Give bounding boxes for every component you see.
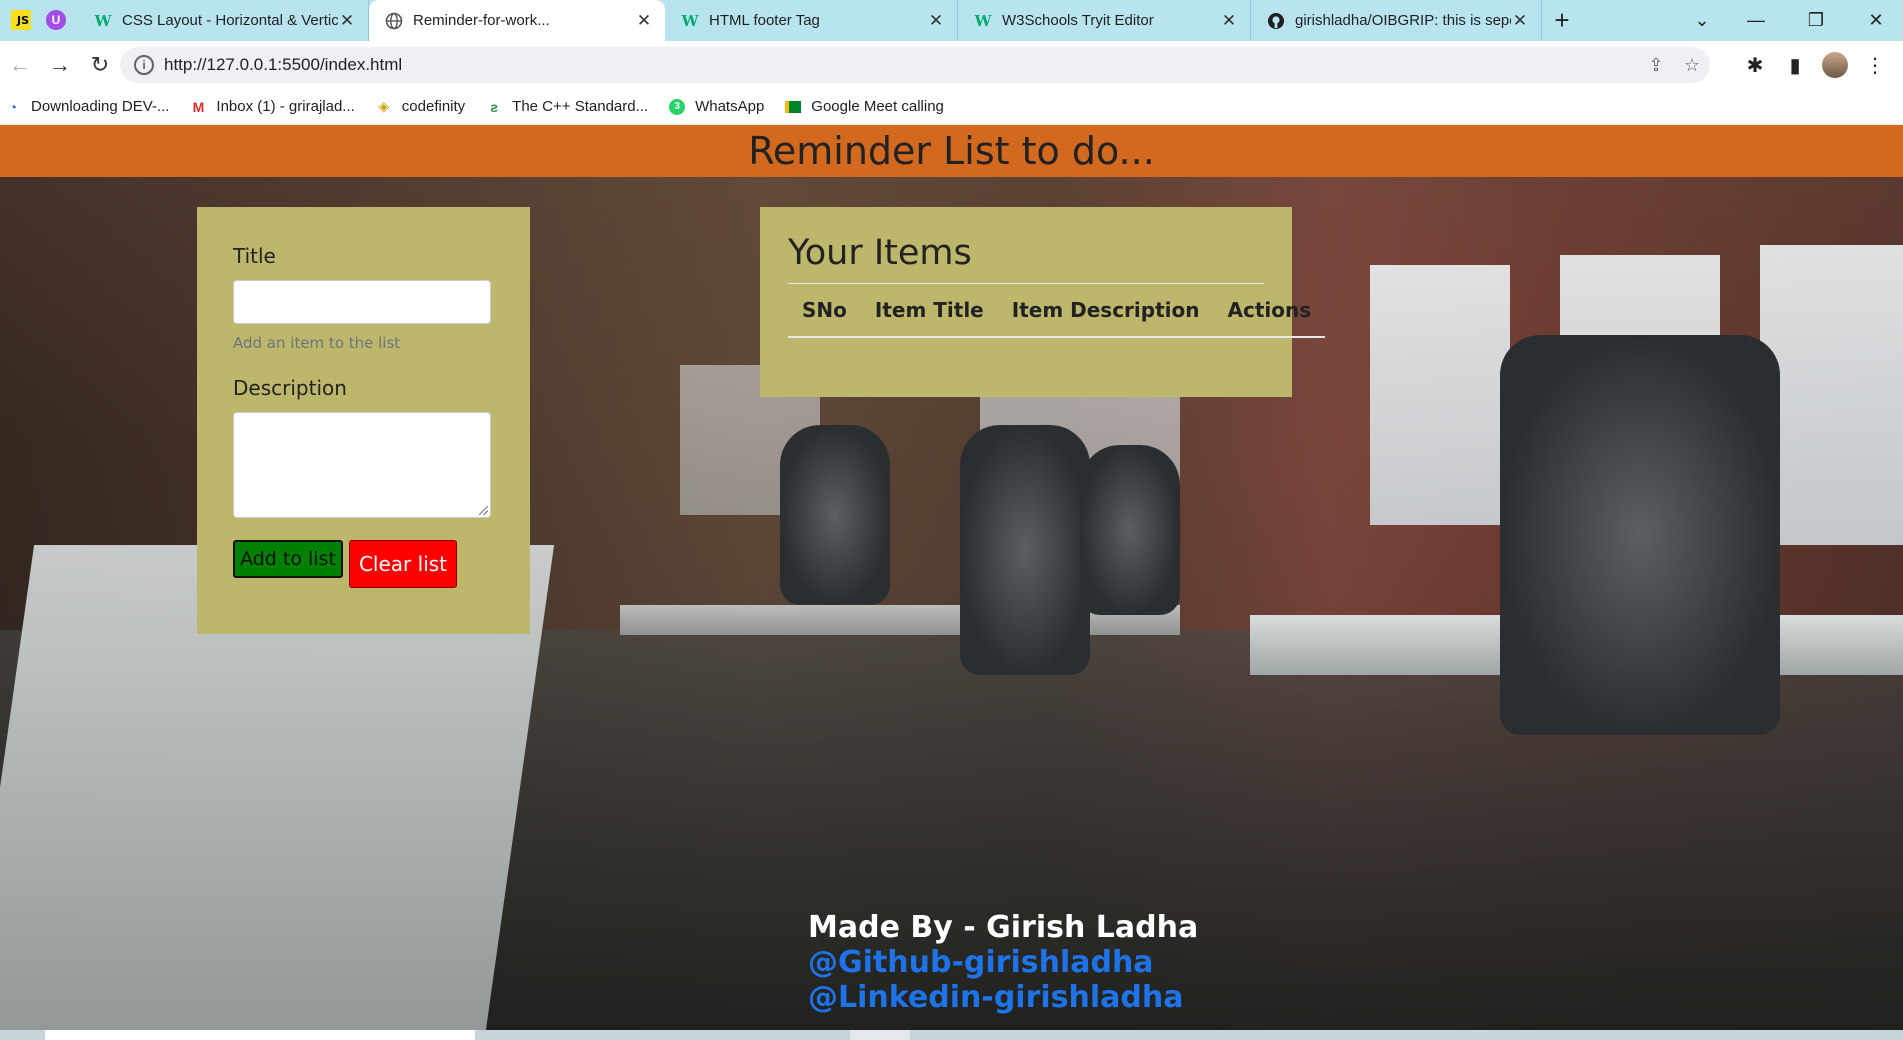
close-icon[interactable]: ✕	[927, 11, 945, 31]
page-viewport: Reminder List to do... Title Add an item…	[0, 125, 1903, 1030]
bookmark-item[interactable]: ◔ Downloading DEV-...	[4, 98, 170, 116]
new-tab-button[interactable]: +	[1542, 0, 1582, 41]
url-field[interactable]: i http://127.0.0.1:5500/index.html ⇪ ☆	[120, 47, 1710, 83]
tab-title: girishladha/OIBGRIP: this is sepe	[1295, 12, 1511, 29]
site-info-icon[interactable]: i	[134, 55, 154, 75]
close-icon[interactable]: ✕	[1511, 11, 1529, 31]
gmail-icon: M	[192, 98, 205, 115]
tab-title: Reminder-for-work...	[413, 12, 550, 29]
bookmark-label: WhatsApp	[695, 98, 765, 115]
tab-strip: JS U W CSS Layout - Horizontal & Vertic …	[0, 0, 1903, 41]
bookmark-label: Downloading DEV-...	[31, 98, 170, 115]
tab-tryit-editor[interactable]: W W3Schools Tryit Editor ✕	[958, 0, 1251, 41]
menu-icon[interactable]: ⋮	[1856, 45, 1894, 85]
tab-html-footer[interactable]: W HTML footer Tag ✕	[665, 0, 958, 41]
page-title: Reminder List to do...	[0, 125, 1903, 177]
column-header-item-description: Item Description	[997, 284, 1214, 338]
background-window	[1370, 265, 1510, 525]
codefinity-icon: ◈	[378, 98, 390, 114]
js-badge: JS	[11, 10, 31, 30]
page-footer: Made By - Girish Ladha @Github-girishlad…	[808, 910, 1268, 1015]
address-bar: ← → ↻ i http://127.0.0.1:5500/index.html…	[0, 41, 1903, 89]
reload-icon[interactable]: ↻	[80, 45, 120, 85]
add-to-list-button[interactable]: Add to list	[233, 540, 343, 578]
close-window-icon[interactable]: ✕	[1850, 0, 1902, 41]
title-input[interactable]	[233, 280, 491, 324]
restore-icon[interactable]: ❐	[1790, 0, 1842, 41]
whatsapp-icon: 3	[668, 98, 686, 116]
bookmark-item[interactable]: ◈ codefinity	[375, 98, 465, 116]
tab-reminder[interactable]: Reminder-for-work... ✕	[369, 0, 665, 41]
avatar	[1822, 52, 1848, 78]
tab-github[interactable]: girishladha/OIBGRIP: this is sepe ✕	[1251, 0, 1542, 41]
gfg-icon: ƨ	[490, 98, 499, 115]
extensions-icon[interactable]: ✱	[1736, 45, 1774, 85]
items-heading: Your Items	[788, 233, 1264, 284]
bookmark-label: Inbox (1) - grirajlad...	[216, 98, 355, 115]
bookmark-item[interactable]: Google Meet calling	[784, 98, 944, 116]
w3schools-icon: W	[681, 11, 699, 30]
profile-avatar[interactable]	[1816, 45, 1854, 85]
form-actions: Add to list Clear list	[233, 540, 494, 588]
github-icon	[1267, 12, 1285, 30]
clear-list-button[interactable]: Clear list	[349, 540, 457, 588]
column-header-actions: Actions	[1213, 284, 1326, 338]
side-panel-icon[interactable]: ▮	[1776, 45, 1814, 85]
bookmark-item[interactable]: ƨ The C++ Standard...	[485, 98, 648, 116]
column-header-item-title: Item Title	[860, 284, 998, 338]
background-window	[1760, 245, 1903, 545]
background-chair	[1500, 335, 1780, 735]
linkedin-link[interactable]: @Linkedin-girishladha	[808, 980, 1268, 1015]
minimize-icon[interactable]: —	[1730, 0, 1782, 41]
description-label: Description	[233, 376, 347, 400]
bookmark-label: The C++ Standard...	[512, 98, 649, 115]
close-icon[interactable]: ✕	[338, 11, 356, 31]
bookmark-label: codefinity	[401, 98, 466, 115]
meet-icon	[784, 98, 802, 116]
w3schools-icon: W	[94, 11, 112, 30]
description-textarea[interactable]	[233, 412, 491, 518]
dev-icon: ◔	[8, 98, 18, 115]
url-text: http://127.0.0.1:5500/index.html	[164, 55, 403, 74]
close-icon[interactable]: ✕	[1220, 11, 1238, 31]
taskbar-strip	[0, 1030, 1903, 1040]
title-help-text: Add an item to the list	[233, 334, 401, 352]
share-icon[interactable]: ⇪	[1638, 55, 1674, 76]
bookmarks-bar: ◔ Downloading DEV-... M Inbox (1) - grir…	[0, 89, 1903, 125]
tab-search-icon[interactable]: ⌄	[1676, 0, 1728, 41]
title-label: Title	[233, 244, 276, 268]
bookmark-item[interactable]: M Inbox (1) - grirajlad...	[189, 98, 355, 116]
background-chair	[1080, 445, 1180, 615]
column-header-sno: SNo	[788, 284, 861, 338]
taskbar-segment	[850, 1030, 910, 1040]
bookmark-label: Google Meet calling	[811, 98, 944, 115]
w3schools-icon: W	[974, 11, 992, 30]
add-item-form: Title Add an item to the list Descriptio…	[197, 207, 530, 634]
purple-badge: U	[46, 10, 66, 30]
tab-title: CSS Layout - Horizontal & Vertic	[122, 12, 338, 29]
tab-title: W3Schools Tryit Editor	[1002, 12, 1154, 29]
tab-css-layout[interactable]: W CSS Layout - Horizontal & Vertic ✕	[78, 0, 369, 41]
tab-title: HTML footer Tag	[709, 12, 820, 29]
star-icon[interactable]: ☆	[1674, 55, 1710, 76]
forward-icon[interactable]: →	[40, 45, 80, 85]
background-chair	[780, 425, 890, 605]
taskbar-segment	[45, 1030, 475, 1040]
bookmark-item[interactable]: 3 WhatsApp	[668, 98, 764, 116]
github-link[interactable]: @Github-girishladha	[808, 945, 1268, 980]
made-by-text: Made By - Girish Ladha	[808, 910, 1199, 945]
close-icon[interactable]: ✕	[635, 11, 653, 31]
purple-extension-icon[interactable]: U	[42, 6, 70, 34]
table-header-row: SNo Item Title Item Description Actions	[788, 284, 1326, 338]
back-icon[interactable]: ←	[0, 45, 40, 85]
items-panel: Your Items SNo Item Title Item Descripti…	[760, 207, 1326, 397]
background-chair	[960, 425, 1090, 675]
items-table: SNo Item Title Item Description Actions	[788, 284, 1326, 338]
js-extension-icon[interactable]: JS	[7, 6, 35, 34]
globe-icon	[385, 12, 403, 30]
